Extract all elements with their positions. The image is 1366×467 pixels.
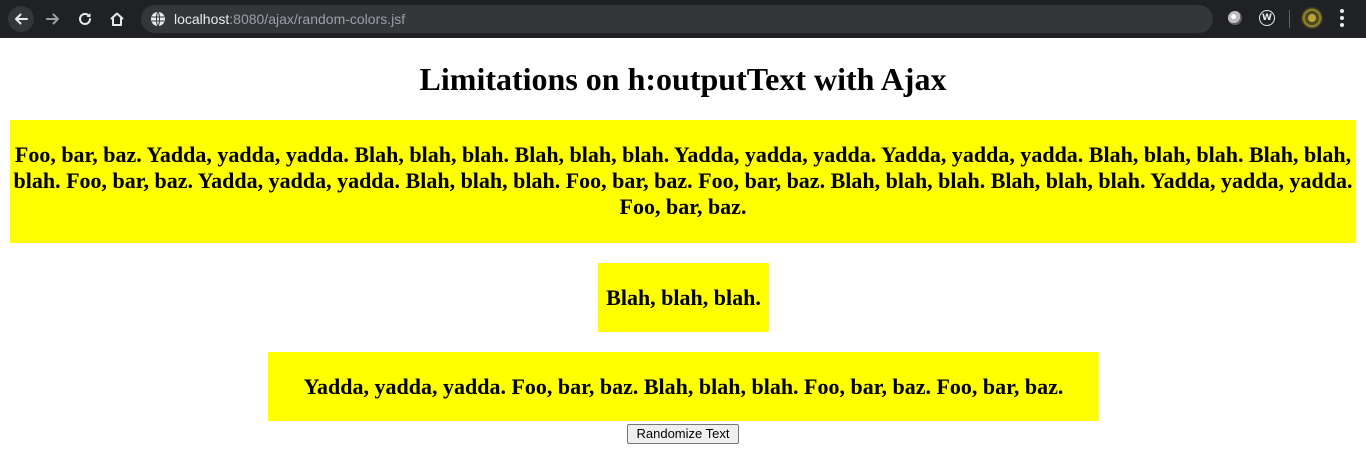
- random-text-block-2: Blah, blah, blah.: [598, 263, 769, 332]
- page-title: Limitations on h:outputText with Ajax: [419, 61, 947, 97]
- random-text-block-3: Yadda, yadda, yadda. Foo, bar, baz. Blah…: [268, 352, 1099, 421]
- url-host: localhost: [174, 11, 230, 27]
- randomize-text-button[interactable]: Randomize Text: [627, 424, 739, 444]
- home-icon: [110, 12, 124, 26]
- circle-extension-icon[interactable]: [1228, 11, 1242, 25]
- toolbar-divider: [1289, 10, 1290, 28]
- avatar[interactable]: [1301, 7, 1323, 29]
- forward-button[interactable]: [40, 6, 66, 32]
- browser-toolbar: localhost:8080/ajax/random-colors.jsf W: [0, 0, 1366, 38]
- random-text-2: Blah, blah, blah.: [606, 285, 761, 310]
- random-text-block-1: Foo, bar, baz. Yadda, yadda, yadda. Blah…: [10, 120, 1356, 243]
- arrow-right-icon: [46, 13, 59, 25]
- url-path: :8080/ajax/random-colors.jsf: [229, 11, 406, 27]
- globe-icon[interactable]: [150, 11, 166, 27]
- arrow-left-icon: [15, 13, 28, 25]
- reload-icon: [79, 12, 91, 25]
- random-text-1: Foo, bar, baz. Yadda, yadda, yadda. Blah…: [13, 142, 1353, 219]
- home-button[interactable]: [104, 6, 130, 32]
- address-bar[interactable]: localhost:8080/ajax/random-colors.jsf: [141, 5, 1213, 33]
- random-text-3: Yadda, yadda, yadda. Foo, bar, baz. Blah…: [303, 374, 1064, 399]
- url-text: localhost:8080/ajax/random-colors.jsf: [174, 5, 405, 33]
- back-button[interactable]: [8, 6, 34, 32]
- kebab-menu-icon[interactable]: [1340, 9, 1344, 29]
- w-extension-icon[interactable]: W: [1259, 10, 1275, 26]
- reload-button[interactable]: [72, 6, 98, 32]
